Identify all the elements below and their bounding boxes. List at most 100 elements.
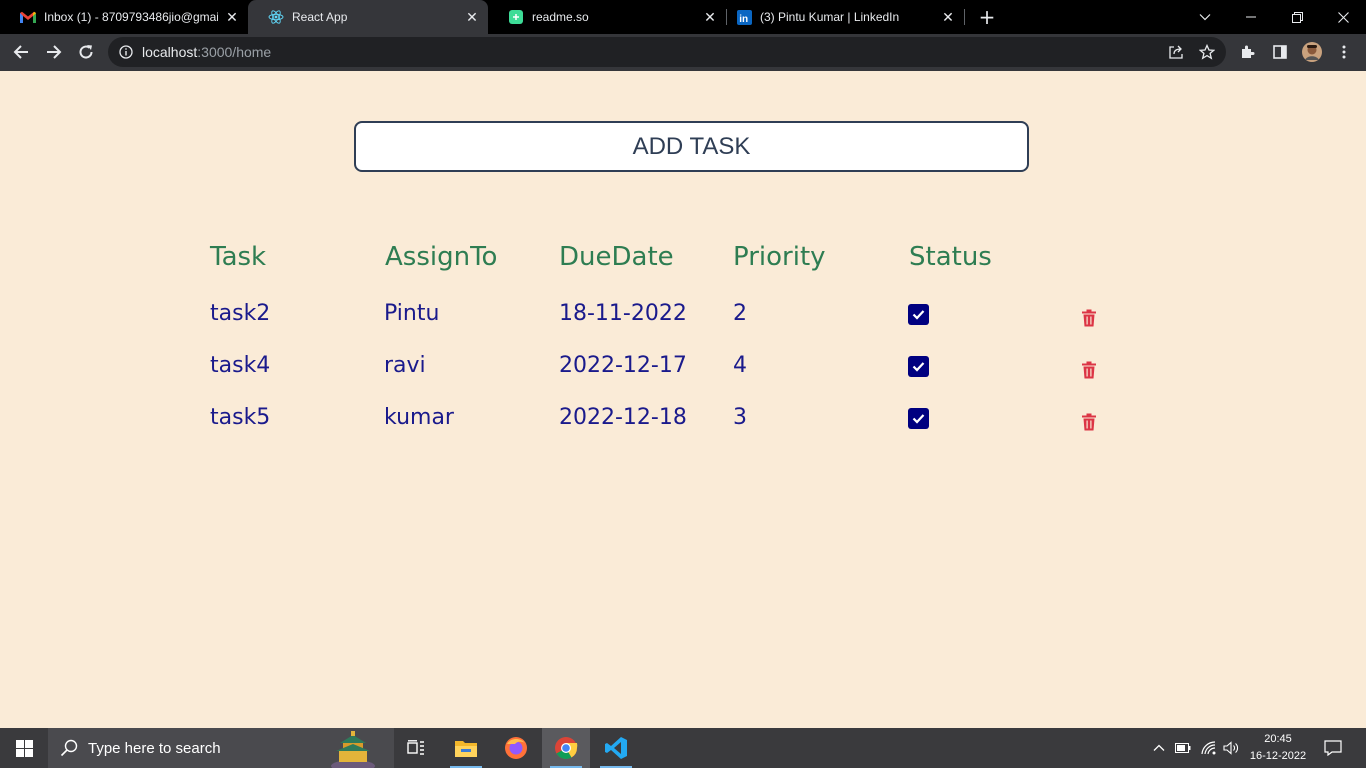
check-icon [912, 414, 925, 424]
column-header-assignto: AssignTo [385, 242, 498, 272]
vscode-icon [605, 737, 627, 759]
tab-title: Inbox (1) - 8709793486jio@gmail [44, 10, 218, 24]
chrome-icon [555, 737, 578, 759]
side-panel-icon [1273, 45, 1287, 59]
info-icon[interactable] [119, 45, 133, 59]
clock-time: 20:45 [1264, 733, 1292, 745]
address-bar[interactable]: localhost:3000/home [108, 37, 1226, 67]
due-date-cell: 18-11-2022 [559, 301, 687, 326]
profile-avatar[interactable] [1302, 42, 1322, 62]
tab-title: (3) Pintu Kumar | LinkedIn [760, 10, 900, 24]
arrow-left-icon [13, 45, 28, 59]
close-icon [1337, 11, 1349, 23]
task-view-button[interactable] [392, 728, 440, 768]
taskbar-vscode[interactable] [592, 728, 640, 768]
react-icon [268, 9, 284, 25]
priority-cell: 4 [733, 353, 747, 378]
tab-linkedin[interactable]: in (3) Pintu Kumar | LinkedIn ✕ [716, 0, 964, 34]
add-task-button[interactable]: ADD TASK [354, 121, 1029, 172]
page-content: ADD TASK Task AssignTo DueDate Priority … [0, 71, 1366, 728]
start-button[interactable] [0, 728, 48, 768]
status-checkbox[interactable] [908, 304, 929, 325]
reload-button[interactable] [72, 38, 100, 66]
column-header-priority: Priority [733, 242, 826, 272]
tab-search-button[interactable] [1182, 0, 1228, 34]
windows-logo-icon [15, 739, 33, 757]
firefox-icon [505, 737, 527, 759]
tab-react-app[interactable]: React App ✕ [248, 0, 488, 34]
readme-icon [508, 9, 524, 25]
close-icon[interactable]: ✕ [940, 9, 956, 25]
show-hidden-icons-button[interactable] [1150, 728, 1168, 768]
search-highlight-icon [331, 731, 375, 768]
star-icon[interactable] [1199, 44, 1215, 60]
taskbar-firefox[interactable] [492, 728, 540, 768]
tab-separator [964, 9, 965, 25]
tab-title: React App [292, 10, 348, 24]
restore-button[interactable] [1274, 0, 1320, 34]
task-cell: task5 [210, 405, 271, 430]
side-panel-button[interactable] [1270, 42, 1290, 62]
status-checkbox[interactable] [908, 356, 929, 377]
avatar-icon [1302, 42, 1322, 62]
tab-title: readme.so [532, 10, 589, 24]
menu-button[interactable] [1334, 42, 1354, 62]
assign-cell: ravi [384, 353, 426, 378]
share-icon[interactable] [1168, 44, 1184, 60]
check-icon [912, 362, 925, 372]
status-checkbox[interactable] [908, 408, 929, 429]
assign-cell: kumar [384, 405, 454, 430]
linkedin-icon: in [736, 9, 752, 25]
column-header-task: Task [210, 242, 267, 272]
extensions-button[interactable] [1238, 42, 1258, 62]
taskbar-clock[interactable]: 20:45 16-12-2022 [1242, 731, 1314, 765]
notification-icon [1324, 740, 1342, 756]
notifications-button[interactable] [1318, 728, 1348, 768]
puzzle-icon [1242, 45, 1255, 58]
tab-strip: Inbox (1) - 8709793486jio@gmail ✕ React … [0, 0, 1366, 34]
close-window-button[interactable] [1320, 0, 1366, 34]
trash-icon[interactable] [1081, 309, 1097, 327]
new-tab-button[interactable]: + [976, 5, 998, 29]
restore-icon [1291, 11, 1303, 23]
browser-toolbar: localhost:3000/home [0, 34, 1366, 71]
tab-gmail[interactable]: Inbox (1) - 8709793486jio@gmail ✕ [0, 0, 248, 34]
search-icon [60, 739, 78, 757]
gmail-icon [20, 9, 36, 25]
url-host: localhost [142, 44, 198, 60]
close-icon[interactable]: ✕ [464, 9, 480, 25]
folder-icon [455, 741, 477, 757]
priority-cell: 3 [733, 405, 747, 430]
taskbar-search[interactable]: Type here to search [48, 728, 394, 768]
minimize-icon [1246, 16, 1256, 18]
minimize-button[interactable] [1228, 0, 1274, 34]
due-date-cell: 2022-12-18 [559, 405, 687, 430]
speaker-icon [1223, 741, 1238, 755]
search-placeholder: Type here to search [88, 739, 221, 757]
back-button[interactable] [7, 38, 35, 66]
clock-date: 16-12-2022 [1249, 750, 1307, 762]
wifi-icon [1201, 741, 1216, 755]
taskbar-chrome[interactable] [542, 728, 590, 768]
more-vert-icon [1342, 45, 1346, 59]
url-path: :3000/home [197, 44, 272, 60]
url-text[interactable]: localhost:3000/home [142, 44, 271, 60]
priority-cell: 2 [733, 301, 747, 326]
svg-text:in: in [739, 14, 748, 25]
trash-icon[interactable] [1081, 361, 1097, 379]
chevron-up-icon [1153, 744, 1165, 751]
battery-button[interactable] [1172, 728, 1194, 768]
battery-icon [1175, 743, 1191, 753]
forward-button[interactable] [40, 38, 68, 66]
trash-icon[interactable] [1081, 413, 1097, 431]
reload-icon [79, 45, 93, 59]
close-icon[interactable]: ✕ [224, 9, 240, 25]
network-button[interactable] [1198, 728, 1220, 768]
tab-readme[interactable]: readme.so ✕ [488, 0, 726, 34]
check-icon [912, 310, 925, 320]
taskbar-file-explorer[interactable] [442, 728, 490, 768]
assign-cell: Pintu [384, 301, 440, 326]
volume-button[interactable] [1220, 728, 1242, 768]
task-cell: task2 [210, 301, 271, 326]
due-date-cell: 2022-12-17 [559, 353, 687, 378]
